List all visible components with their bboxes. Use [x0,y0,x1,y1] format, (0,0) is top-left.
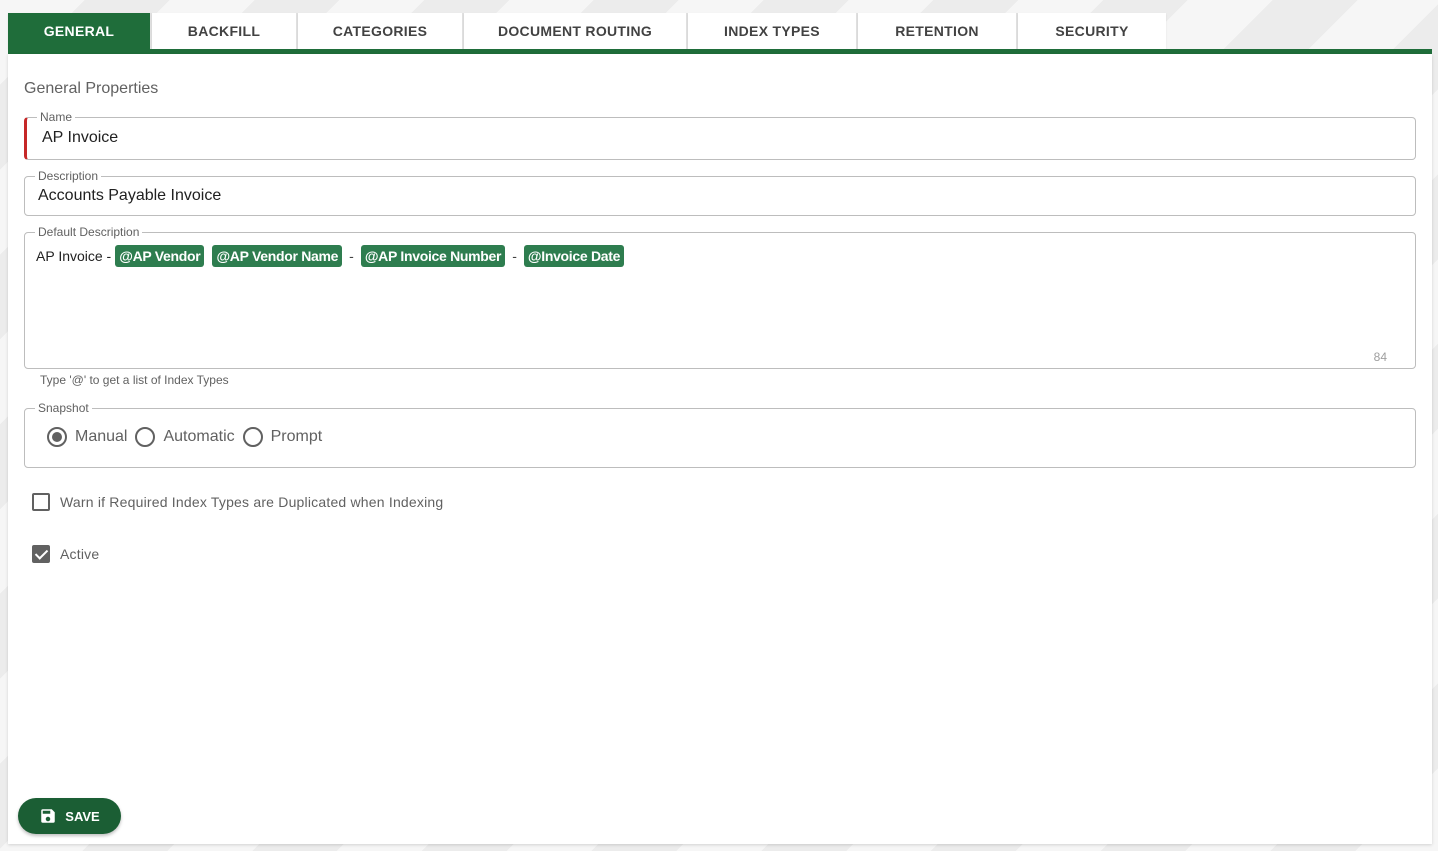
warn-duplicates-checkbox[interactable]: Warn if Required Index Types are Duplica… [32,493,443,511]
index-chip-invoice-date[interactable]: @Invoice Date [523,245,625,267]
warn-duplicates-label: Warn if Required Index Types are Duplica… [60,494,444,510]
active-label: Active [60,546,100,562]
radio-label: Automatic [163,428,235,445]
tab-bar: GENERAL BACKFILL CATEGORIES DOCUMENT ROU… [8,13,1166,49]
chip-separator: - [512,248,517,264]
radio-label: Prompt [270,428,323,445]
tab-security[interactable]: SECURITY [1018,13,1166,49]
snapshot-label: Snapshot [35,401,92,415]
radio-label: Manual [75,428,128,445]
description-label: Description [35,169,102,183]
floppy-disk-icon [41,809,56,823]
name-label: Name [37,110,76,124]
active-checkbox[interactable]: Active [32,545,99,563]
radio-circle-icon [47,427,67,447]
default-description-field[interactable]: Default Description AP Invoice - @AP Ven… [24,225,1416,369]
radio-circle-icon [135,427,156,447]
radio-automatic[interactable]: Automatic [135,427,235,447]
index-chip-ap-invoice-number[interactable]: @AP Invoice Number [360,245,506,267]
section-title: General Properties [24,80,159,97]
tab-categories[interactable]: CATEGORIES [298,13,464,49]
description-value[interactable]: Accounts Payable Invoice [38,187,221,205]
tab-retention[interactable]: RETENTION [858,13,1018,49]
default-description-content[interactable]: AP Invoice - @AP Vendor @AP Vendor Name … [36,245,628,267]
radio-circle-icon [242,427,263,447]
radio-manual[interactable]: Manual [47,427,127,447]
snapshot-options: Manual Automatic Prompt [47,427,330,447]
description-prefix: AP Invoice - [36,248,112,264]
checkbox-checked-icon [32,545,50,563]
character-counter: 84 [1373,350,1387,364]
general-panel: General Properties Name AP Invoice Descr… [8,54,1432,844]
save-label: SAVE [65,808,100,824]
index-chip-ap-vendor[interactable]: @AP Vendor [115,245,205,267]
name-value[interactable]: AP Invoice [42,129,118,147]
tab-index-types[interactable]: INDEX TYPES [688,13,858,49]
description-field[interactable]: Description Accounts Payable Invoice [24,169,1416,216]
chip-separator: - [349,248,354,264]
radio-prompt[interactable]: Prompt [242,427,323,447]
tab-backfill[interactable]: BACKFILL [152,13,298,49]
index-chip-ap-vendor-name[interactable]: @AP Vendor Name [212,245,343,267]
snapshot-group: Snapshot Manual Automatic Prompt [24,401,1416,468]
default-description-hint: Type '@' to get a list of Index Types [40,373,229,387]
checkbox-unchecked-icon [32,493,50,511]
tab-general[interactable]: GENERAL [8,13,152,49]
save-button[interactable]: SAVE [18,798,121,834]
name-field[interactable]: Name AP Invoice [24,110,1416,160]
default-description-label: Default Description [35,225,143,239]
tab-document-routing[interactable]: DOCUMENT ROUTING [464,13,688,49]
